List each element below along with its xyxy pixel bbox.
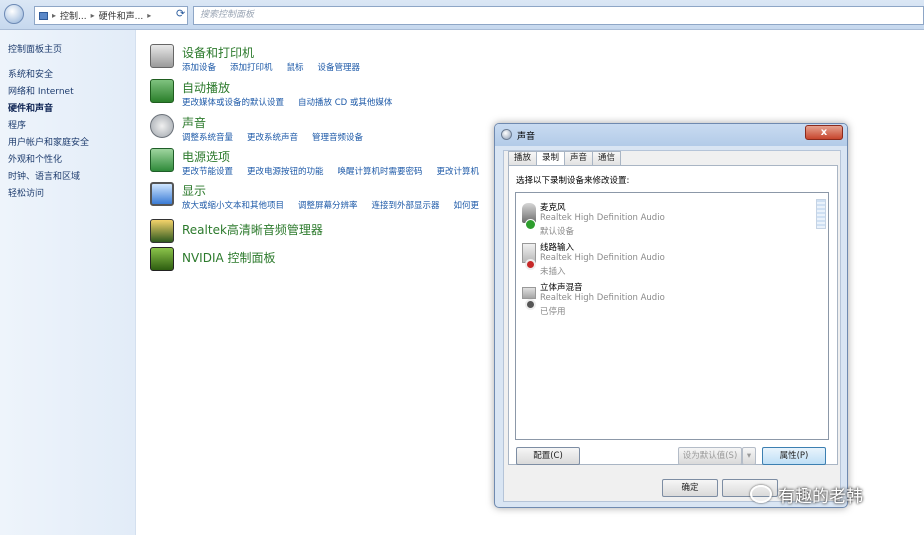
address-bar[interactable]: ▸ 控制... ▸ 硬件和声... ▸ [34,6,188,25]
scrollbar[interactable] [816,199,826,229]
sidebar-item-system-security[interactable]: 系统和安全 [8,67,53,80]
link-change-sounds[interactable]: 更改系统声音 [247,131,298,143]
device-driver: Realtek High Definition Audio [540,213,665,223]
chevron-down-icon: ▾ [746,451,752,461]
sidebar-item-appearance[interactable]: 外观和个性化 [8,152,62,165]
wechat-icon [750,485,772,503]
breadcrumb-control-panel[interactable]: 控制... [60,9,87,22]
tab-playback[interactable]: 播放 [508,151,538,165]
link-how-to[interactable]: 如何更 [454,199,480,211]
category-title[interactable]: 声音 [182,114,206,131]
recording-panel: 选择以下录制设备来修改设置: 麦克风 Realtek High Definiti… [508,165,838,465]
link-power-button[interactable]: 更改电源按钮的功能 [247,165,324,177]
link-external-display[interactable]: 连接到外部显示器 [372,199,440,211]
nvidia-icon [150,247,174,271]
device-name: 立体声混音 [540,283,583,293]
refresh-icon[interactable]: ⟳ [176,7,190,23]
sidebar-item-user-accounts[interactable]: 用户帐户和家庭安全 [8,135,89,148]
device-status: 未插入 [540,267,566,277]
sidebar: 控制面板主页 系统和安全 网络和 Internet 硬件和声音 程序 用户帐户和… [0,30,136,535]
link-add-printer[interactable]: 添加打印机 [230,61,273,73]
sidebar-item-programs[interactable]: 程序 [8,118,26,131]
link-autoplay-cd[interactable]: 自动播放 CD 或其他媒体 [298,96,392,108]
speaker-icon [501,129,512,140]
set-default-dropdown[interactable]: ▾ [742,447,756,465]
category-title[interactable]: 显示 [182,182,206,199]
category-title[interactable]: Realtek高清晰音频管理器 [182,221,323,238]
control-panel-icon [39,11,48,20]
link-mouse[interactable]: 鼠标 [287,61,304,73]
category-title[interactable]: 电源选项 [182,148,230,165]
category-title[interactable]: 设备和打印机 [182,44,254,61]
printer-icon [150,44,174,68]
chevron-right-icon: ▸ [147,11,152,20]
check-icon [525,219,536,230]
sidebar-item-home[interactable]: 控制面板主页 [8,42,62,55]
back-button[interactable] [4,4,24,24]
autoplay-icon [150,79,174,103]
realtek-icon [150,219,174,243]
device-driver: Realtek High Definition Audio [540,293,665,303]
chevron-right-icon: ▸ [52,11,57,20]
sidebar-item-hardware-sound[interactable]: 硬件和声音 [8,101,53,114]
link-device-manager[interactable]: 设备管理器 [318,61,361,73]
sidebar-item-ease-of-access[interactable]: 轻松访问 [8,186,44,199]
link-resolution[interactable]: 调整屏幕分辨率 [298,199,358,211]
watermark: 有趣的老韩 [750,483,863,507]
device-status: 已停用 [540,307,566,317]
breadcrumb-hardware-sound[interactable]: 硬件和声... [99,9,144,22]
speaker-icon [150,114,174,138]
dialog-body: 播放 录制 声音 通信 选择以下录制设备来修改设置: 麦克风 Realtek H… [503,150,841,502]
power-icon [150,148,174,172]
sidebar-item-network[interactable]: 网络和 Internet [8,84,74,97]
device-list[interactable]: 麦克风 Realtek High Definition Audio 默认设备 线… [515,192,829,440]
link-manage-audio-devices[interactable]: 管理音频设备 [312,131,363,143]
link-text-size[interactable]: 放大或缩小文本和其他项目 [182,199,284,211]
dialog-title: 声音 [517,132,536,142]
unplugged-icon [525,259,536,270]
chevron-right-icon: ▸ [90,11,95,20]
instruction-text: 选择以下录制设备来修改设置: [516,176,630,186]
tab-strip: 播放 录制 声音 通信 [508,151,622,166]
list-item-stereo-mix[interactable]: 立体声混音 Realtek High Definition Audio 已停用 [522,281,812,319]
dialog-titlebar[interactable]: 声音 x [495,124,847,146]
disabled-icon [525,299,536,310]
address-toolbar: ▸ 控制... ▸ 硬件和声... ▸ ⟳ 搜索控制面板 [0,0,924,30]
stereo-mix-icon [522,287,536,299]
device-name: 线路输入 [540,243,575,253]
monitor-icon [150,182,174,206]
close-button[interactable]: x [805,125,843,140]
configure-button[interactable]: 配置(C) [516,447,580,465]
search-input[interactable]: 搜索控制面板 [193,6,924,25]
list-item-line-in[interactable]: 线路输入 Realtek High Definition Audio 未插入 [522,241,812,279]
tab-recording[interactable]: 录制 [536,151,566,166]
link-wake-password[interactable]: 唤醒计算机时需要密码 [338,165,423,177]
tab-communications[interactable]: 通信 [592,151,622,165]
properties-button[interactable]: 属性(P) [762,447,826,465]
device-driver: Realtek High Definition Audio [540,253,665,263]
sidebar-item-clock-language[interactable]: 时钟、语言和区域 [8,169,80,182]
link-power-saving[interactable]: 更改节能设置 [182,165,233,177]
sound-dialog: 声音 x 播放 录制 声音 通信 选择以下录制设备来修改设置: 麦克风 Real… [494,123,848,508]
device-name: 麦克风 [540,203,566,213]
set-default-button[interactable]: 设为默认值(S) [678,447,742,465]
link-adjust-volume[interactable]: 调整系统音量 [182,131,233,143]
list-item-microphone[interactable]: 麦克风 Realtek High Definition Audio 默认设备 [522,201,812,239]
category-title[interactable]: 自动播放 [182,79,230,96]
ok-button[interactable]: 确定 [662,479,718,497]
link-computer-sleep[interactable]: 更改计算机 [437,165,480,177]
link-media-defaults[interactable]: 更改媒体或设备的默认设置 [182,96,284,108]
link-add-device[interactable]: 添加设备 [182,61,216,73]
tab-sounds[interactable]: 声音 [564,151,594,165]
watermark-text: 有趣的老韩 [778,486,863,507]
device-status: 默认设备 [540,227,575,237]
category-title[interactable]: NVIDIA 控制面板 [182,249,276,266]
